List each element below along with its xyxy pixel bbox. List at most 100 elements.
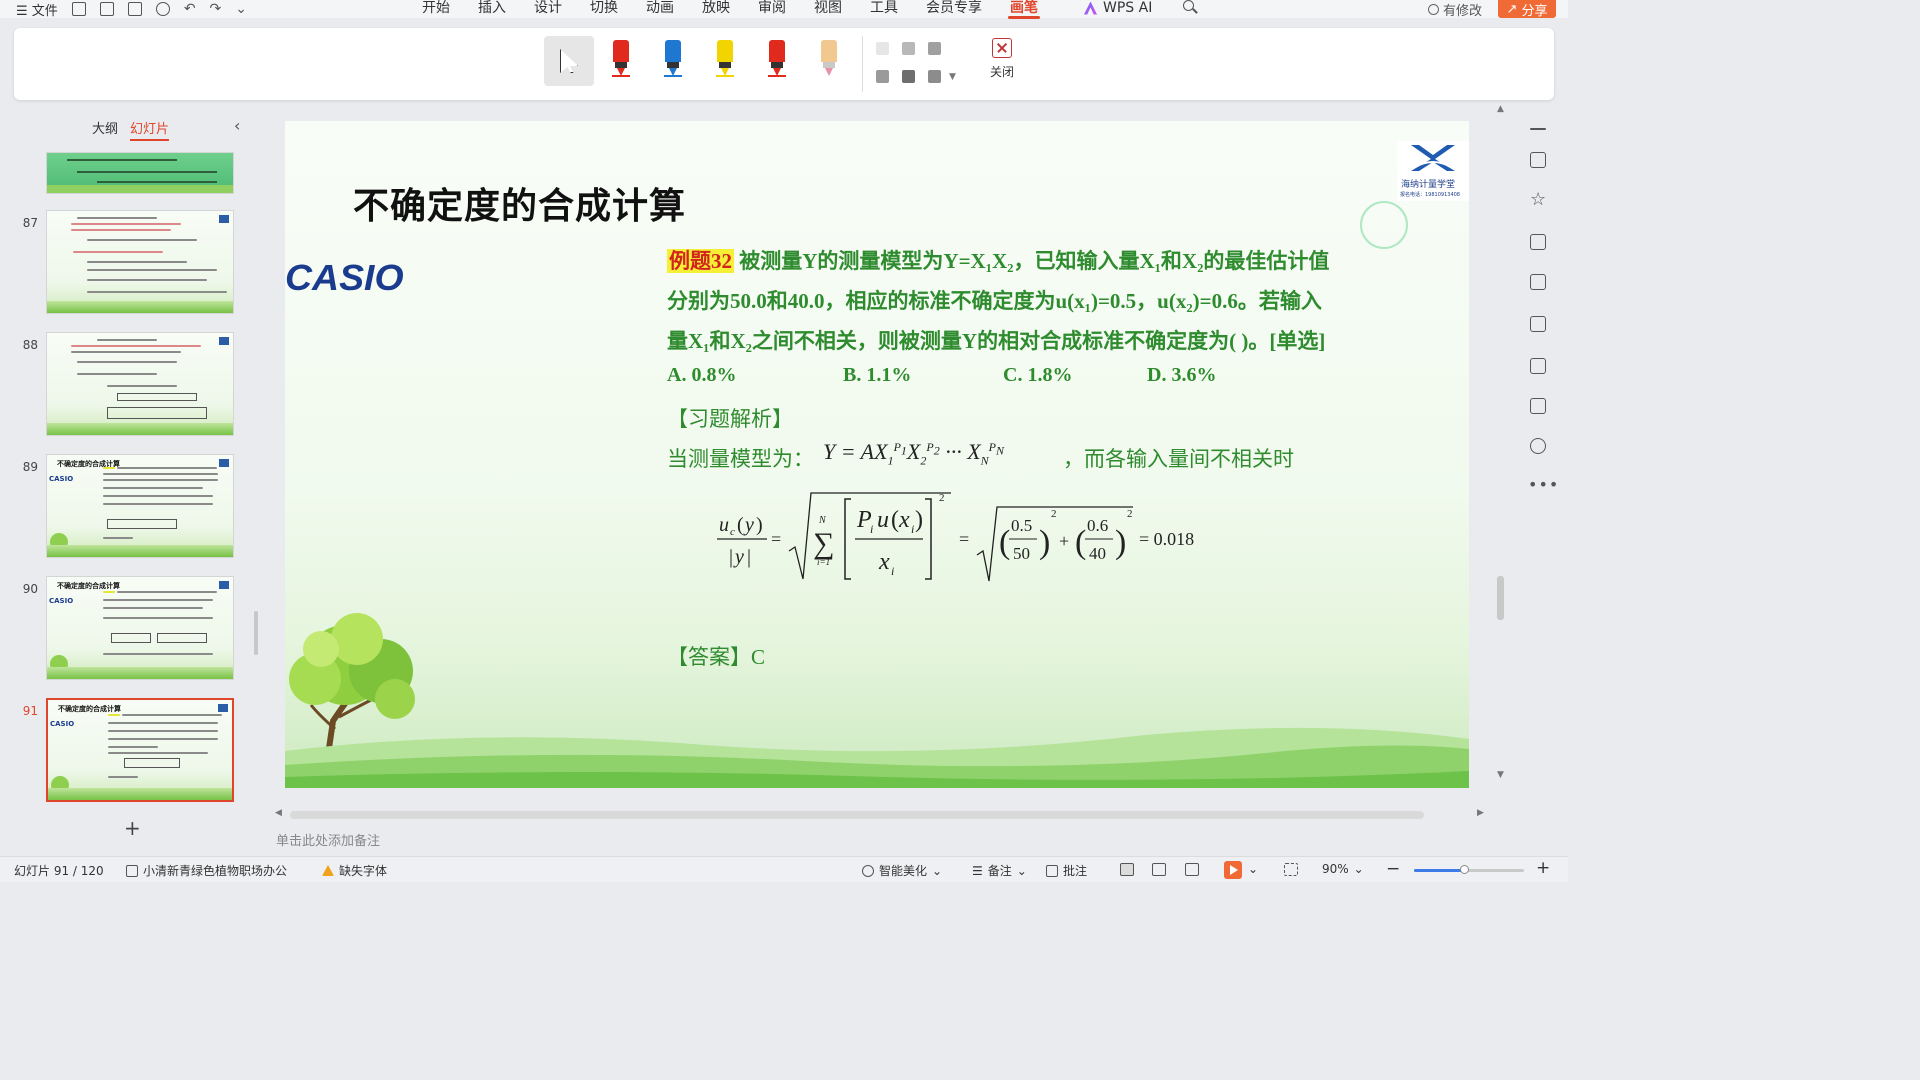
model-formula: Y = AX1P1X2P2 ··· XNPN <box>823 439 1005 468</box>
vertical-scrollbar[interactable] <box>1497 576 1504 620</box>
minimize-panel-icon[interactable] <box>1530 128 1546 130</box>
svg-text:i: i <box>891 564 894 578</box>
comment-icon <box>1046 864 1058 877</box>
collapse-panel-icon[interactable]: ‹ <box>234 116 240 135</box>
export-icon[interactable] <box>99 2 114 16</box>
horizontal-scrollbar[interactable] <box>290 811 1424 819</box>
notes-placeholder[interactable]: 单击此处添加备注 <box>276 830 380 849</box>
zoom-slider-fill <box>1414 869 1464 872</box>
tab-tools[interactable]: 工具 <box>856 0 912 18</box>
slide-number: 91 <box>22 704 38 718</box>
tab-home[interactable]: 开始 <box>408 0 464 18</box>
tab-design[interactable]: 设计 <box>520 0 576 18</box>
tools-icon[interactable] <box>1530 274 1546 290</box>
red-marker-button[interactable] <box>762 38 792 78</box>
tab-member[interactable]: 会员专享 <box>912 0 996 18</box>
scroll-down-icon[interactable]: ▼ <box>1497 770 1504 780</box>
scroll-right-icon[interactable]: ▶ <box>1477 808 1484 818</box>
notes-button[interactable]: ☰ 备注 ⌄ <box>972 862 1027 879</box>
beautify-icon <box>862 864 874 877</box>
search-icon[interactable] <box>1182 0 1198 16</box>
yellow-highlighter-button[interactable] <box>710 38 740 78</box>
tab-pen[interactable]: 画笔 <box>996 0 1052 19</box>
slide-thumbnail-current[interactable]: 91 不确定度的合成计算 CASIO <box>0 698 262 802</box>
equation-result: = 0.018 <box>1139 529 1194 549</box>
smart-beautify-button[interactable]: 智能美化 ⌄ <box>862 862 942 879</box>
slide-thumbnail[interactable]: 88 <box>0 332 262 438</box>
select-tool-button[interactable] <box>544 36 594 86</box>
warning-icon <box>322 865 334 876</box>
image-icon[interactable] <box>1530 358 1546 374</box>
question-text-2: 分别为50.0和40.0，相应的标准不确定度为u(x₁)=0.5，u(x₂)=0… <box>667 289 1322 313</box>
print-preview-icon[interactable] <box>155 2 170 16</box>
zoom-slider-knob[interactable] <box>1459 865 1469 874</box>
normal-view-icon[interactable] <box>1120 863 1134 876</box>
blue-pen-button[interactable] <box>658 38 688 78</box>
pen-toolbar: ▼ 关闭 <box>14 28 1554 100</box>
tab-slides[interactable]: 幻灯片 <box>130 118 170 141</box>
color-swatch[interactable] <box>876 42 889 55</box>
slide-number: 89 <box>22 460 38 474</box>
comments-button[interactable]: 批注 <box>1046 862 1087 879</box>
slide-sorter-icon[interactable] <box>1152 863 1166 876</box>
zoom-in-button[interactable]: + <box>1536 858 1550 878</box>
scroll-left-icon[interactable]: ◀ <box>275 808 282 818</box>
color-swatch[interactable] <box>902 42 915 55</box>
print-icon[interactable] <box>127 2 142 16</box>
model-label: 当测量模型为： <box>667 447 814 471</box>
zoom-dropdown[interactable]: 90% ⌄ <box>1322 862 1364 876</box>
tab-animations[interactable]: 动画 <box>632 0 688 18</box>
reading-view-icon[interactable] <box>1185 863 1199 876</box>
question-text-3: 量X₁和X₂之间不相关，则被测量Y的相对合成标准不确定度为( )。[单选] <box>667 329 1326 353</box>
shirt-style-icon[interactable] <box>1530 316 1546 332</box>
more-icon[interactable]: ••• <box>1528 477 1558 496</box>
missing-fonts-button[interactable]: 缺失字体 <box>322 862 387 879</box>
share-button[interactable]: ↗ 分享 <box>1498 0 1556 19</box>
properties-icon[interactable] <box>1530 152 1546 168</box>
tab-insert[interactable]: 插入 <box>464 0 520 18</box>
slide-thumbnail[interactable]: 87 <box>0 210 262 316</box>
ribbon-tabs: 开始 插入 设计 切换 动画 放映 审阅 视图 工具 会员专享 画笔 <box>408 0 1052 19</box>
red-pen-button[interactable] <box>606 38 636 78</box>
svg-text:(: ( <box>891 507 899 533</box>
has-changes-indicator[interactable]: 有修改 <box>1428 0 1482 19</box>
tab-outline[interactable]: 大纲 <box>92 118 118 137</box>
slide-thumbnail[interactable]: 90 不确定度的合成计算 CASIO <box>0 576 262 682</box>
theme-button[interactable]: 小清新青绿色植物职场办公 <box>126 862 287 879</box>
book-icon[interactable] <box>1530 398 1546 414</box>
tab-transitions[interactable]: 切换 <box>576 0 632 18</box>
redo-icon[interactable]: ↷ <box>210 2 222 16</box>
undo-icon[interactable]: ↶ <box>184 2 196 16</box>
color-swatch[interactable] <box>928 42 941 55</box>
scroll-up-icon[interactable]: ▲ <box>1497 104 1504 114</box>
slide-thumbnail[interactable] <box>0 152 262 194</box>
slide-panel: 大纲 幻灯片 ‹ 87 88 89 不确定度的合成计算 CASIO 90 不确定… <box>0 106 262 854</box>
color-swatch[interactable] <box>902 70 915 83</box>
quick-access-dropdown-icon[interactable]: ⌄ <box>235 2 247 16</box>
wps-ai-button[interactable]: WPS AI <box>1084 0 1152 16</box>
play-slideshow-button[interactable] <box>1224 861 1242 879</box>
eraser-button[interactable] <box>814 38 844 78</box>
answer-line: 【答案】C <box>667 641 765 671</box>
save-icon[interactable] <box>71 2 86 16</box>
color-swatch[interactable] <box>928 70 941 83</box>
file-menu[interactable]: ☰ 文件 <box>16 0 58 19</box>
add-slide-button[interactable]: + <box>124 816 141 840</box>
tab-review[interactable]: 审阅 <box>744 0 800 18</box>
slide-canvas[interactable]: 不确定度的合成计算 CASIO 海纳计量学堂 报名电话：19810913408 … <box>285 121 1469 788</box>
tab-slideshow[interactable]: 放映 <box>688 0 744 18</box>
fit-window-icon[interactable] <box>1284 863 1298 876</box>
panel-scrollbar[interactable] <box>254 611 258 655</box>
option-c: C. 1.8% <box>1003 364 1073 386</box>
help-icon[interactable] <box>1530 438 1546 454</box>
favorite-icon[interactable]: ☆ <box>1530 191 1546 209</box>
play-options-icon[interactable]: ⌄ <box>1248 862 1258 876</box>
color-swatch[interactable] <box>876 70 889 83</box>
duplicate-icon[interactable] <box>1530 234 1546 250</box>
more-colors-icon[interactable]: ▼ <box>949 72 956 82</box>
zoom-slider[interactable] <box>1414 865 1524 874</box>
tab-view[interactable]: 视图 <box>800 0 856 18</box>
close-pen-toolbar-button[interactable]: 关闭 <box>986 38 1018 80</box>
slide-thumbnail[interactable]: 89 不确定度的合成计算 CASIO <box>0 454 262 560</box>
zoom-out-button[interactable]: − <box>1386 859 1400 879</box>
